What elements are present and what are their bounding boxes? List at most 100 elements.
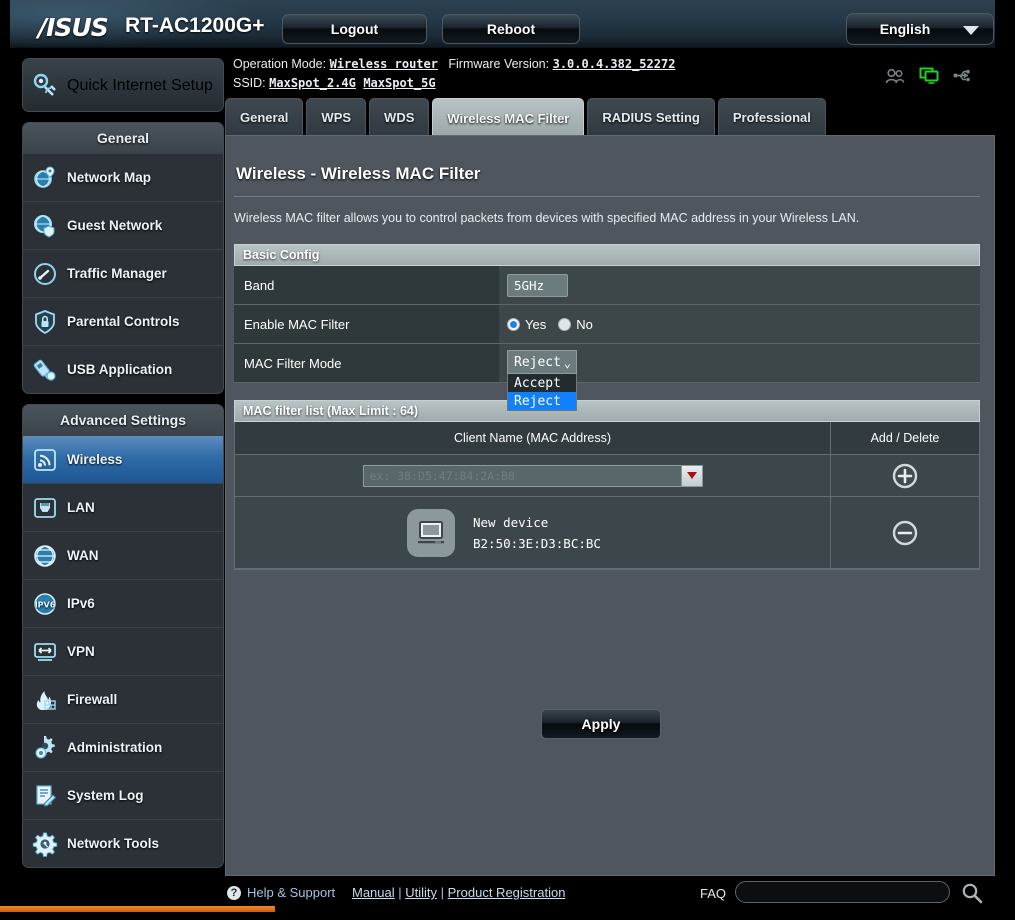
apply-button[interactable]: Apply — [541, 709, 661, 739]
tab-wps[interactable]: WPS — [306, 98, 366, 135]
footer: ? Help & Support Manual | Utility | Prod… — [0, 876, 1015, 912]
band-select[interactable]: 5GHz — [507, 274, 568, 297]
tab-radius-setting[interactable]: RADIUS Setting — [587, 98, 715, 135]
sidebar-item-administration[interactable]: Administration — [23, 723, 223, 771]
language-selector[interactable]: English — [846, 13, 994, 45]
faq-search-input[interactable] — [735, 881, 950, 903]
sidebar-label: Administration — [67, 740, 162, 755]
mac-filter-mode-options: Accept Reject — [507, 374, 577, 411]
device-name: New device — [473, 515, 601, 530]
sidebar-item-traffic-manager[interactable]: Traffic Manager — [23, 249, 223, 297]
mac-filter-list-header: MAC filter list (Max Limit : 64) — [234, 400, 980, 422]
sidebar-item-wireless[interactable]: Wireless — [23, 435, 223, 483]
clients-icon[interactable] — [885, 68, 905, 84]
main-content: General WPS WDS Wireless MAC Filter RADI… — [225, 98, 995, 876]
sidebar-item-quick-internet-setup[interactable]: Quick Internet Setup — [23, 59, 223, 111]
sidebar-label: WAN — [67, 548, 99, 563]
sep-1: | — [395, 885, 406, 900]
status-icon-group — [885, 67, 973, 84]
manual-link[interactable]: Manual — [352, 885, 395, 900]
firmware-value[interactable]: 3.0.0.4.382_52272 — [553, 57, 676, 71]
sidebar-item-system-log[interactable]: System Log — [23, 771, 223, 819]
operation-mode-value[interactable]: Wireless router — [330, 57, 438, 71]
device-text-block: New device B2:50:3E:D3:BC:BC — [473, 515, 601, 551]
mac-filter-mode-option-reject[interactable]: Reject — [508, 392, 576, 410]
radio-yes[interactable]: Yes — [507, 317, 546, 332]
mac-input-cell — [235, 455, 831, 496]
sidebar-label: Network Map — [67, 170, 151, 185]
mac-address-input[interactable] — [363, 465, 681, 487]
tab-professional[interactable]: Professional — [718, 98, 826, 135]
sidebar-label: Guest Network — [67, 218, 162, 233]
page-title: Wireless - Wireless MAC Filter — [236, 164, 480, 184]
reboot-button[interactable]: Reboot — [442, 14, 580, 44]
sidebar-item-ipv6[interactable]: IPV6 IPv6 — [23, 579, 223, 627]
sidebar-item-lan[interactable]: LAN — [23, 483, 223, 531]
sidebar-item-network-tools[interactable]: Network Tools — [23, 819, 223, 867]
svg-text:IPV6: IPV6 — [35, 600, 56, 609]
radio-yes-dot[interactable] — [507, 318, 520, 331]
enable-mac-filter-label: Enable MAC Filter — [234, 305, 499, 343]
mac-filter-mode-option-accept[interactable]: Accept — [508, 374, 576, 392]
ssid-label: SSID: — [233, 76, 266, 90]
sidebar: Quick Internet Setup General Network Map — [10, 48, 222, 920]
usb-application-icon — [23, 357, 67, 383]
lan-icon — [23, 495, 67, 521]
table-row: New device B2:50:3E:D3:BC:BC — [235, 497, 979, 569]
guest-network-icon — [23, 213, 67, 239]
logout-button[interactable]: Logout — [282, 14, 427, 44]
wan-icon — [23, 543, 67, 569]
sidebar-item-guest-network[interactable]: Guest Network — [23, 201, 223, 249]
plus-circle-icon[interactable] — [892, 463, 918, 489]
enable-mac-filter-value-cell: Yes No — [499, 305, 980, 343]
language-label: English — [847, 21, 963, 37]
mac-dropdown-button[interactable] — [681, 465, 703, 487]
triangle-down-icon — [687, 472, 697, 479]
column-add-delete: Add / Delete — [831, 422, 979, 454]
footer-links: Manual | Utility | Product Registration — [352, 885, 565, 900]
product-registration-link[interactable]: Product Registration — [448, 885, 566, 900]
network-tools-icon — [23, 831, 67, 857]
sidebar-label: Parental Controls — [67, 314, 180, 329]
tab-bar: General WPS WDS Wireless MAC Filter RADI… — [225, 98, 826, 138]
mac-filter-mode-select[interactable]: Reject ⌄ — [507, 350, 577, 374]
mac-filter-mode-label: MAC Filter Mode — [234, 344, 499, 382]
sep-2: | — [437, 885, 448, 900]
tab-wds[interactable]: WDS — [369, 98, 429, 135]
quick-setup-icon — [23, 72, 67, 98]
chevron-down-icon: ⌄ — [564, 356, 571, 370]
sidebar-item-parental-controls[interactable]: Parental Controls — [23, 297, 223, 345]
sidebar-item-firewall[interactable]: Firewall — [23, 675, 223, 723]
ssid-5g[interactable]: MaxSpot_5G — [363, 76, 435, 90]
device-info-strip: Operation Mode: Wireless router Firmware… — [225, 52, 995, 98]
faq-label: FAQ — [700, 886, 726, 901]
sidebar-item-network-map[interactable]: Network Map — [23, 153, 223, 201]
devices-icon[interactable] — [919, 67, 939, 84]
parental-controls-icon — [23, 309, 67, 335]
help-support-label: Help & Support — [247, 885, 335, 900]
asus-logo: /ISUS — [38, 13, 108, 42]
network-map-icon — [23, 165, 67, 191]
device-cell: New device B2:50:3E:D3:BC:BC — [235, 497, 831, 568]
magnifier-icon[interactable] — [960, 881, 984, 905]
sidebar-label: USB Application — [67, 362, 172, 377]
sidebar-item-usb-application[interactable]: USB Application — [23, 345, 223, 393]
device-mac: B2:50:3E:D3:BC:BC — [473, 536, 601, 551]
router-model: RT-AC1200G+ — [125, 14, 264, 38]
administration-icon — [23, 735, 67, 761]
quick-setup-label: Quick Internet Setup — [67, 78, 213, 93]
radio-no-dot[interactable] — [558, 318, 571, 331]
quick-setup-box: Quick Internet Setup — [22, 58, 224, 112]
utility-link[interactable]: Utility — [405, 885, 437, 900]
radio-no[interactable]: No — [558, 317, 593, 332]
minus-circle-icon[interactable] — [892, 520, 918, 546]
advanced-menu-box: Advanced Settings Wireless — [22, 404, 224, 868]
sidebar-item-wan[interactable]: WAN — [23, 531, 223, 579]
sidebar-item-vpn[interactable]: VPN — [23, 627, 223, 675]
ssid-24g[interactable]: MaxSpot_2.4G — [269, 76, 356, 90]
system-log-icon — [23, 783, 67, 809]
tab-wireless-mac-filter[interactable]: Wireless MAC Filter — [432, 98, 584, 138]
tab-general[interactable]: General — [225, 98, 303, 135]
advanced-section-header: Advanced Settings — [23, 405, 223, 435]
usb-icon[interactable] — [953, 68, 973, 83]
